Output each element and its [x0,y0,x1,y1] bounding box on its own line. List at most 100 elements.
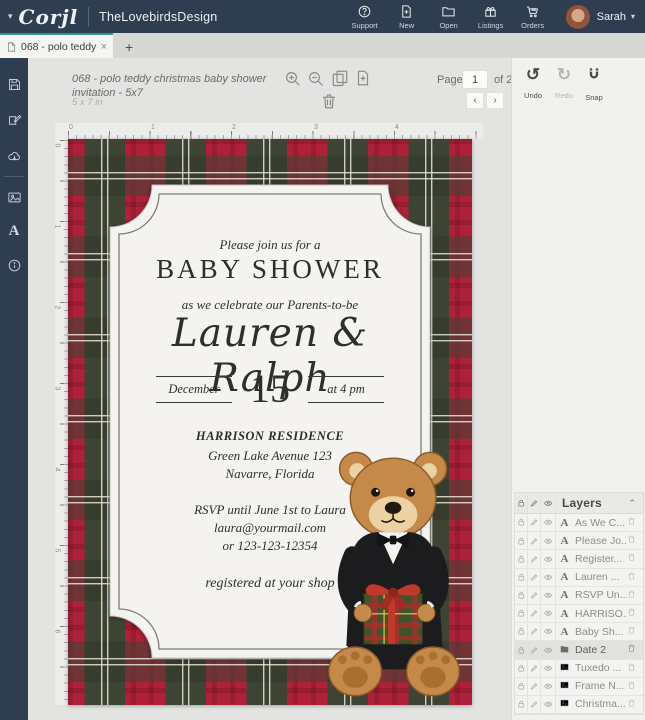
invite-day[interactable]: 15 [246,369,294,409]
layer-visibility-icon[interactable] [541,605,556,622]
add-page-button[interactable] [354,69,372,87]
design-canvas[interactable]: Please join us for a BABY SHOWER as we c… [68,139,472,705]
layer-visibility-icon[interactable] [541,641,556,658]
layer-visibility-icon[interactable] [541,550,556,567]
duplicate-page-button[interactable] [331,69,349,87]
layer-row[interactable]: A Lauren ... [515,569,643,587]
images-tool[interactable] [0,183,28,211]
snap-toggle[interactable]: Snap [579,66,609,105]
layer-delete-icon[interactable] [627,552,643,565]
layer-row[interactable]: A Christma... [515,696,643,714]
text-tool[interactable]: A [0,217,28,245]
tab-close-icon[interactable]: × [101,41,107,53]
layer-edit-icon[interactable] [528,532,541,549]
layer-edit-icon[interactable] [528,660,541,677]
layer-lock-icon[interactable] [515,605,528,622]
top-header: ▾ Corjl TheLovebirdsDesign Support New O… [0,0,645,33]
user-avatar[interactable] [566,5,590,29]
next-page-button[interactable]: › [486,92,504,109]
prev-page-button[interactable]: ‹ [466,92,484,109]
nav-orders[interactable]: Orders [512,4,554,30]
layer-row[interactable]: A HARRISO... [515,605,643,623]
layer-lock-icon[interactable] [515,569,528,586]
undo-button[interactable]: ↺ Undo [518,66,548,103]
save-as-button[interactable] [0,106,28,134]
page-number-input[interactable] [462,70,488,89]
layer-edit-icon[interactable] [528,696,541,713]
invite-month[interactable]: December [156,376,232,403]
layer-row[interactable]: A Register... [515,550,643,568]
zoom-out-button[interactable] [307,70,325,88]
invite-time[interactable]: at 4 pm [308,376,384,403]
layer-lock-icon[interactable] [515,660,528,677]
layer-delete-icon[interactable] [627,643,643,656]
redo-button[interactable]: ↻ Redo [549,66,579,103]
corjl-logo[interactable]: Corjl [19,5,79,29]
layer-edit-icon[interactable] [528,678,541,695]
layer-name: Lauren ... [573,571,627,583]
layer-lock-icon[interactable] [515,678,528,695]
layer-row[interactable]: A RSVP Un... [515,587,643,605]
layer-visibility-icon[interactable] [541,660,556,677]
layer-edit-icon[interactable] [528,550,541,567]
layer-row[interactable]: A Baby Sh... [515,623,643,641]
new-tab-button[interactable]: + [125,39,133,58]
nav-open[interactable]: Open [428,4,470,30]
layer-delete-icon[interactable] [627,607,643,620]
layer-lock-icon[interactable] [515,587,528,604]
header-menu-caret-icon[interactable]: ▾ [8,11,13,22]
invite-venue[interactable]: HARRISON RESIDENCE [110,429,430,444]
layer-delete-icon[interactable] [627,625,643,638]
layer-lock-icon[interactable] [515,514,528,531]
user-menu-caret-icon[interactable]: ▾ [631,12,635,21]
layer-visibility-icon[interactable] [541,623,556,640]
layer-row[interactable]: A Please Jo... [515,532,643,550]
layer-visibility-icon[interactable] [541,532,556,549]
layer-edit-icon[interactable] [528,514,541,531]
zoom-in-button[interactable] [284,70,302,88]
horizontal-ruler: 01234 [55,123,483,139]
layer-delete-icon[interactable] [627,662,643,675]
document-tab[interactable]: 068 - polo teddy c... × [0,33,113,58]
layer-edit-icon[interactable] [528,641,541,658]
layer-delete-icon[interactable] [627,534,643,547]
layer-row[interactable]: A As We C... [515,514,643,532]
layer-lock-icon[interactable] [515,623,528,640]
invite-date-band[interactable]: December 15 at 4 pm [110,369,430,409]
layer-lock-icon[interactable] [515,641,528,658]
layer-edit-icon[interactable] [528,569,541,586]
layer-row[interactable]: A Frame N... [515,678,643,696]
download-button[interactable] [0,142,28,170]
nav-support[interactable]: Support [344,4,386,30]
collapse-layers-icon[interactable]: ⌃ [628,498,643,509]
layer-delete-icon[interactable] [627,516,643,529]
invite-title[interactable]: BABY SHOWER [110,254,430,285]
layer-delete-icon[interactable] [627,698,643,711]
layer-visibility-icon[interactable] [541,587,556,604]
visibility-all-icon[interactable] [541,493,556,513]
nav-listings[interactable]: Listings [470,4,512,30]
layer-visibility-icon[interactable] [541,514,556,531]
layer-row[interactable]: A Tuxedo ... [515,660,643,678]
layer-row[interactable]: A Date 2 [515,641,643,659]
layer-edit-icon[interactable] [528,587,541,604]
tuxedo-teddy-bear[interactable] [323,444,469,706]
layer-lock-icon[interactable] [515,532,528,549]
layer-visibility-icon[interactable] [541,678,556,695]
nav-new[interactable]: New [386,4,428,30]
layer-delete-icon[interactable] [627,589,643,602]
layer-delete-icon[interactable] [627,571,643,584]
invite-intro[interactable]: Please join us for a [110,237,430,253]
layer-edit-icon[interactable] [528,605,541,622]
layer-lock-icon[interactable] [515,696,528,713]
layer-edit-icon[interactable] [528,623,541,640]
save-button[interactable] [0,70,28,98]
layer-visibility-icon[interactable] [541,569,556,586]
delete-page-button[interactable] [320,92,338,110]
info-button[interactable] [0,251,28,279]
layer-visibility-icon[interactable] [541,696,556,713]
edit-all-icon[interactable] [528,493,541,513]
lock-all-icon[interactable] [515,493,528,513]
layer-delete-icon[interactable] [627,680,643,693]
layer-lock-icon[interactable] [515,550,528,567]
